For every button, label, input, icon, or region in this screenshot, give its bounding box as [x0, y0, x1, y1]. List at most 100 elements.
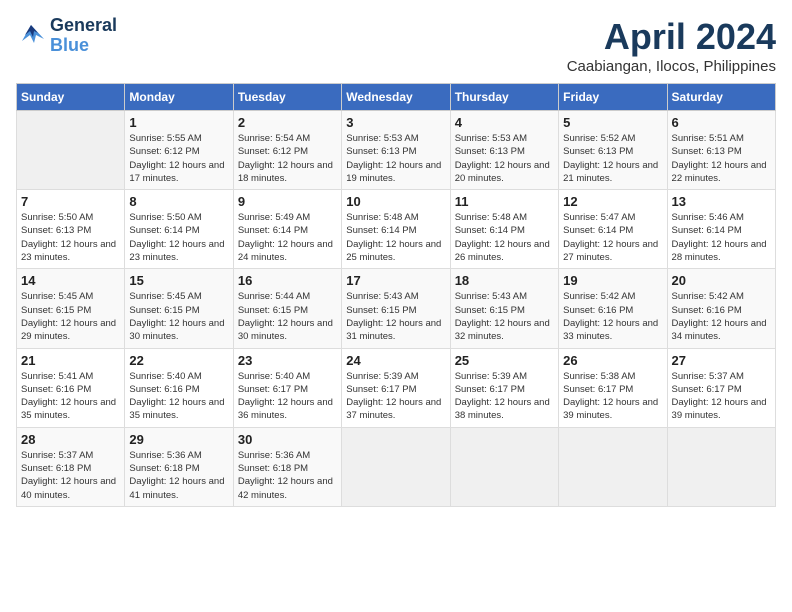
- day-detail: Sunrise: 5:40 AMSunset: 6:17 PMDaylight:…: [238, 370, 337, 423]
- calendar-cell: 6Sunrise: 5:51 AMSunset: 6:13 PMDaylight…: [667, 111, 775, 190]
- day-detail: Sunrise: 5:39 AMSunset: 6:17 PMDaylight:…: [455, 370, 554, 423]
- calendar-cell: 9 Sunrise: 5:49 AMSunset: 6:14 PMDaylight…: [233, 190, 341, 269]
- day-detail: Sunrise: 5:50 AMSunset: 6:13 PMDaylight:…: [21, 211, 120, 264]
- calendar-cell: 3Sunrise: 5:53 AMSunset: 6:13 PMDaylight…: [342, 111, 450, 190]
- day-detail: Sunrise: 5:43 AMSunset: 6:15 PMDaylight:…: [455, 290, 554, 343]
- day-number: 20: [672, 273, 771, 288]
- calendar-cell: 13 Sunrise: 5:46 AMSunset: 6:14 PMDayligh…: [667, 190, 775, 269]
- day-number: 21: [21, 353, 120, 368]
- calendar-cell: 11 Sunrise: 5:48 AMSunset: 6:14 PMDayligh…: [450, 190, 558, 269]
- day-number: 10: [346, 194, 445, 209]
- calendar-cell: 15 Sunrise: 5:45 AMSunset: 6:15 PMDayligh…: [125, 269, 233, 348]
- day-number: 9: [238, 194, 337, 209]
- calendar-cell: 16 Sunrise: 5:44 AMSunset: 6:15 PMDayligh…: [233, 269, 341, 348]
- day-number: 7: [21, 194, 120, 209]
- day-number: 8: [129, 194, 228, 209]
- day-number: 15: [129, 273, 228, 288]
- calendar-cell: 1Sunrise: 5:55 AMSunset: 6:12 PMDaylight…: [125, 111, 233, 190]
- calendar-cell: 8 Sunrise: 5:50 AMSunset: 6:14 PMDaylight…: [125, 190, 233, 269]
- calendar-table: SundayMondayTuesdayWednesdayThursdayFrid…: [16, 83, 776, 507]
- calendar-cell: 21Sunrise: 5:41 AMSunset: 6:16 PMDayligh…: [17, 348, 125, 427]
- day-detail: Sunrise: 5:44 AMSunset: 6:15 PMDaylight:…: [238, 290, 337, 343]
- day-number: 28: [21, 432, 120, 447]
- day-number: 16: [238, 273, 337, 288]
- calendar-cell: 22Sunrise: 5:40 AMSunset: 6:16 PMDayligh…: [125, 348, 233, 427]
- calendar-cell: 23Sunrise: 5:40 AMSunset: 6:17 PMDayligh…: [233, 348, 341, 427]
- day-number: 2: [238, 115, 337, 130]
- day-header-thursday: Thursday: [450, 84, 558, 111]
- day-number: 11: [455, 194, 554, 209]
- day-detail: Sunrise: 5:45 AMSunset: 6:15 PMDaylight:…: [129, 290, 228, 343]
- day-detail: Sunrise: 5:47 AMSunset: 6:14 PMDaylight:…: [563, 211, 662, 264]
- calendar-cell: [559, 427, 667, 506]
- day-detail: Sunrise: 5:49 AMSunset: 6:14 PMDaylight:…: [238, 211, 337, 264]
- day-detail: Sunrise: 5:50 AMSunset: 6:14 PMDaylight:…: [129, 211, 228, 264]
- day-detail: Sunrise: 5:45 AMSunset: 6:15 PMDaylight:…: [21, 290, 120, 343]
- calendar-cell: 18 Sunrise: 5:43 AMSunset: 6:15 PMDayligh…: [450, 269, 558, 348]
- calendar-cell: 5Sunrise: 5:52 AMSunset: 6:13 PMDaylight…: [559, 111, 667, 190]
- day-number: 22: [129, 353, 228, 368]
- calendar-cell: [667, 427, 775, 506]
- day-detail: Sunrise: 5:42 AMSunset: 6:16 PMDaylight:…: [672, 290, 771, 343]
- calendar-cell: 20 Sunrise: 5:42 AMSunset: 6:16 PMDayligh…: [667, 269, 775, 348]
- day-detail: Sunrise: 5:43 AMSunset: 6:15 PMDaylight:…: [346, 290, 445, 343]
- day-number: 5: [563, 115, 662, 130]
- day-detail: Sunrise: 5:38 AMSunset: 6:17 PMDaylight:…: [563, 370, 662, 423]
- calendar-cell: 24Sunrise: 5:39 AMSunset: 6:17 PMDayligh…: [342, 348, 450, 427]
- day-header-monday: Monday: [125, 84, 233, 111]
- day-number: 19: [563, 273, 662, 288]
- calendar-cell: 19 Sunrise: 5:42 AMSunset: 6:16 PMDayligh…: [559, 269, 667, 348]
- day-header-saturday: Saturday: [667, 84, 775, 111]
- day-number: 29: [129, 432, 228, 447]
- day-number: 30: [238, 432, 337, 447]
- calendar-week-5: 28 Sunrise: 5:37 AMSunset: 6:18 PMDayligh…: [17, 427, 776, 506]
- day-detail: Sunrise: 5:37 AMSunset: 6:17 PMDaylight:…: [672, 370, 771, 423]
- month-title: April 2024: [567, 16, 776, 58]
- calendar-header-row: SundayMondayTuesdayWednesdayThursdayFrid…: [17, 84, 776, 111]
- logo-icon: [16, 21, 46, 51]
- title-block: April 2024 Caabiangan, Ilocos, Philippin…: [567, 16, 776, 75]
- page-header: General Blue April 2024 Caabiangan, Iloc…: [16, 16, 776, 75]
- day-detail: Sunrise: 5:53 AMSunset: 6:13 PMDaylight:…: [346, 132, 445, 185]
- day-detail: Sunrise: 5:37 AMSunset: 6:18 PMDaylight:…: [21, 449, 120, 502]
- day-detail: Sunrise: 5:36 AMSunset: 6:18 PMDaylight:…: [129, 449, 228, 502]
- calendar-week-4: 21Sunrise: 5:41 AMSunset: 6:16 PMDayligh…: [17, 348, 776, 427]
- day-number: 26: [563, 353, 662, 368]
- day-header-sunday: Sunday: [17, 84, 125, 111]
- day-number: 4: [455, 115, 554, 130]
- day-detail: Sunrise: 5:48 AMSunset: 6:14 PMDaylight:…: [455, 211, 554, 264]
- calendar-week-1: 1Sunrise: 5:55 AMSunset: 6:12 PMDaylight…: [17, 111, 776, 190]
- calendar-week-3: 14Sunrise: 5:45 AMSunset: 6:15 PMDayligh…: [17, 269, 776, 348]
- day-number: 18: [455, 273, 554, 288]
- calendar-cell: 12 Sunrise: 5:47 AMSunset: 6:14 PMDayligh…: [559, 190, 667, 269]
- logo: General Blue: [16, 16, 117, 56]
- location-subtitle: Caabiangan, Ilocos, Philippines: [567, 58, 776, 75]
- day-detail: Sunrise: 5:36 AMSunset: 6:18 PMDaylight:…: [238, 449, 337, 502]
- day-header-friday: Friday: [559, 84, 667, 111]
- day-detail: Sunrise: 5:53 AMSunset: 6:13 PMDaylight:…: [455, 132, 554, 185]
- calendar-cell: 4 Sunrise: 5:53 AMSunset: 6:13 PMDaylight…: [450, 111, 558, 190]
- day-detail: Sunrise: 5:46 AMSunset: 6:14 PMDaylight:…: [672, 211, 771, 264]
- calendar-cell: 25 Sunrise: 5:39 AMSunset: 6:17 PMDayligh…: [450, 348, 558, 427]
- calendar-cell: 27 Sunrise: 5:37 AMSunset: 6:17 PMDayligh…: [667, 348, 775, 427]
- day-number: 17: [346, 273, 445, 288]
- day-detail: Sunrise: 5:55 AMSunset: 6:12 PMDaylight:…: [129, 132, 228, 185]
- calendar-cell: 29 Sunrise: 5:36 AMSunset: 6:18 PMDayligh…: [125, 427, 233, 506]
- day-header-wednesday: Wednesday: [342, 84, 450, 111]
- calendar-cell: 10Sunrise: 5:48 AMSunset: 6:14 PMDayligh…: [342, 190, 450, 269]
- day-number: 27: [672, 353, 771, 368]
- logo-text: General Blue: [50, 16, 117, 56]
- day-header-tuesday: Tuesday: [233, 84, 341, 111]
- day-number: 12: [563, 194, 662, 209]
- day-number: 25: [455, 353, 554, 368]
- calendar-cell: [17, 111, 125, 190]
- day-number: 13: [672, 194, 771, 209]
- day-detail: Sunrise: 5:54 AMSunset: 6:12 PMDaylight:…: [238, 132, 337, 185]
- calendar-cell: 26 Sunrise: 5:38 AMSunset: 6:17 PMDayligh…: [559, 348, 667, 427]
- calendar-cell: 28 Sunrise: 5:37 AMSunset: 6:18 PMDayligh…: [17, 427, 125, 506]
- day-number: 24: [346, 353, 445, 368]
- day-detail: Sunrise: 5:42 AMSunset: 6:16 PMDaylight:…: [563, 290, 662, 343]
- calendar-cell: 14Sunrise: 5:45 AMSunset: 6:15 PMDayligh…: [17, 269, 125, 348]
- calendar-week-2: 7 Sunrise: 5:50 AMSunset: 6:13 PMDaylight…: [17, 190, 776, 269]
- calendar-cell: [450, 427, 558, 506]
